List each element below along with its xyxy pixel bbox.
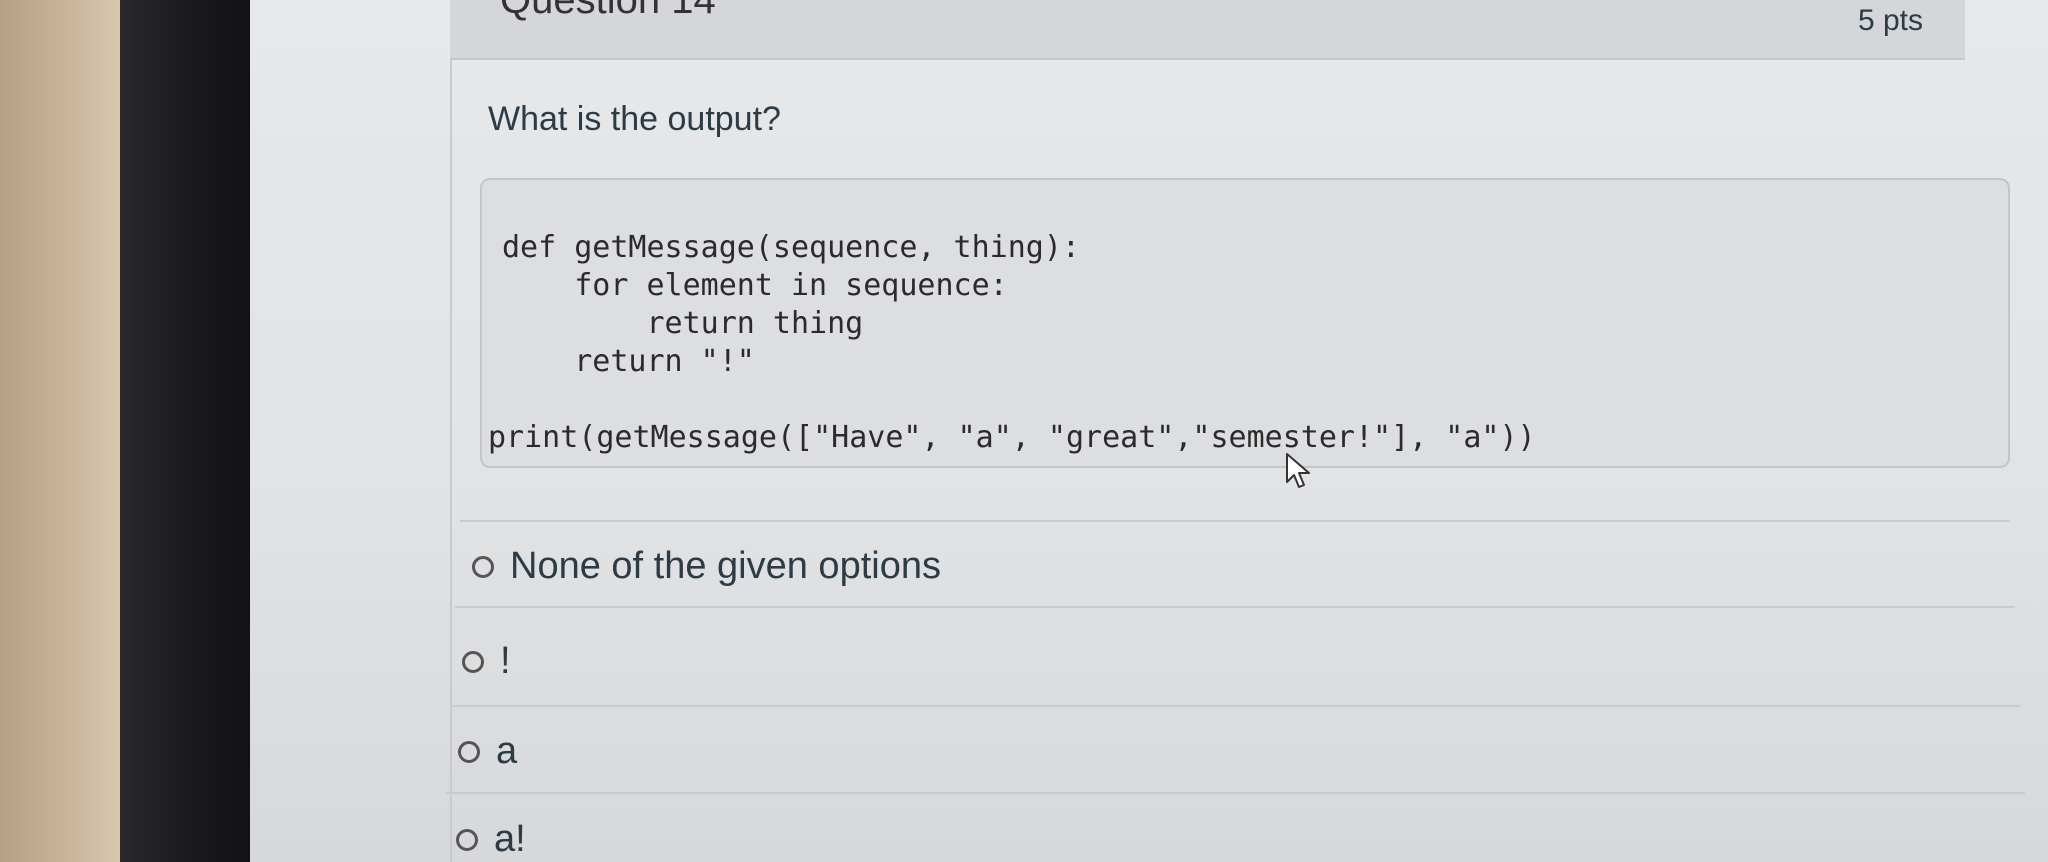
- option-label: a: [496, 730, 518, 772]
- answer-option[interactable]: !: [462, 640, 511, 683]
- code-line: print(getMessage(["Have", "a", "great","…: [488, 420, 1536, 455]
- code-line: return "!": [502, 344, 755, 379]
- question-title: Question 14: [500, 0, 716, 22]
- divider: [460, 520, 2010, 522]
- answer-option[interactable]: a!: [456, 818, 526, 861]
- option-label: None of the given options: [510, 545, 941, 587]
- divider: [445, 792, 2025, 794]
- mouse-pointer-icon: [1285, 452, 1313, 495]
- answer-option[interactable]: a: [458, 730, 517, 773]
- radio-unchecked-icon[interactable]: [458, 740, 480, 763]
- divider: [455, 606, 2015, 608]
- radio-unchecked-icon[interactable]: [456, 828, 478, 851]
- code-line: def getMessage(sequence, thing):: [502, 230, 1080, 265]
- code-line: return thing: [502, 306, 864, 341]
- points-label: 5 pts: [1857, 4, 1923, 37]
- question-header: Question 14 5 pts: [450, 0, 1965, 60]
- radio-unchecked-icon[interactable]: [462, 650, 484, 673]
- code-line: for element in sequence:: [502, 268, 1008, 303]
- radio-unchecked-icon[interactable]: [472, 555, 494, 578]
- divider: [450, 705, 2020, 707]
- option-label: a!: [494, 818, 526, 860]
- question-prompt: What is the output?: [488, 100, 781, 138]
- answer-option[interactable]: None of the given options: [472, 545, 941, 588]
- monitor-bezel: [120, 0, 260, 862]
- option-label: !: [500, 640, 511, 682]
- code-block: def getMessage(sequence, thing): for ele…: [480, 178, 2010, 468]
